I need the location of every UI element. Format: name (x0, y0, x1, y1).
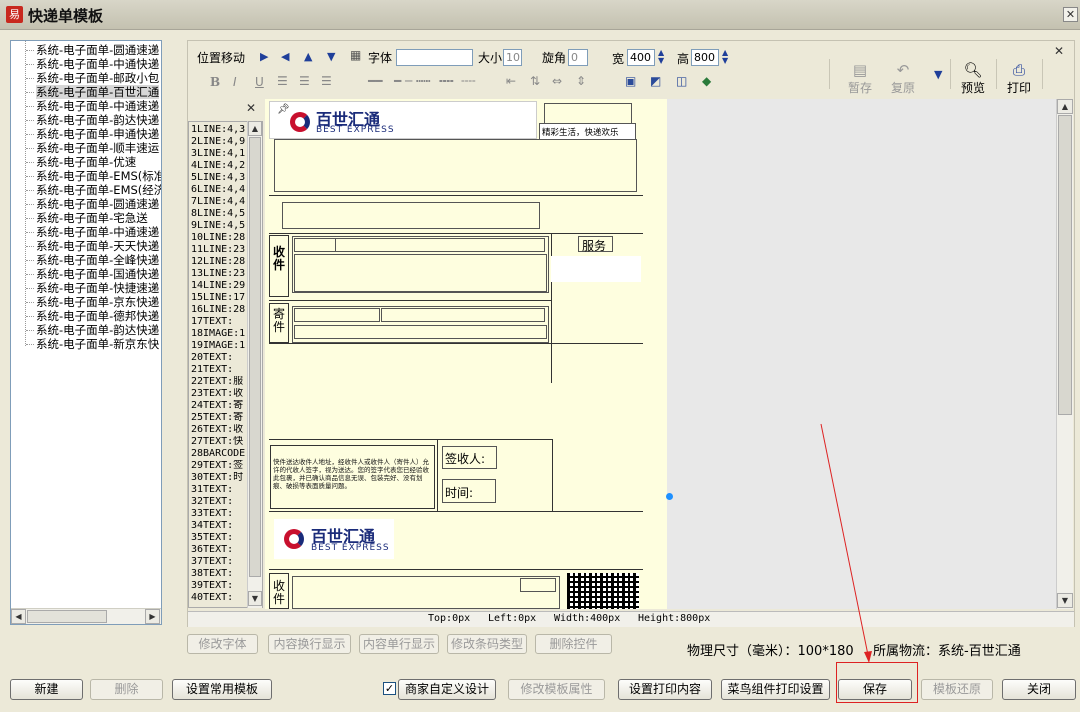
annotation-arrow (820, 423, 872, 663)
